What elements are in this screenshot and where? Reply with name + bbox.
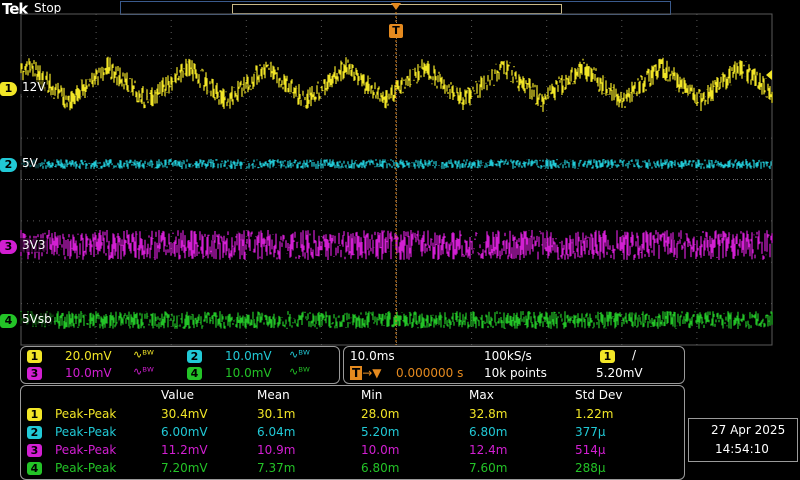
meas-row2-badge[interactable]: 2 [27,426,42,439]
meas-row1-mean: 30.1m [257,407,296,421]
meas-row2-mean: 6.04m [257,425,296,439]
meas-row4-std: 288µ [575,461,606,475]
date-text: 27 Apr 2025 [711,423,786,437]
meas-row3-max: 12.4m [469,443,508,457]
ch2-scale[interactable]: 10.0mV [225,349,272,363]
time-scale[interactable]: 10.0ms [350,349,395,363]
ch4-marker[interactable]: 4 [0,314,17,328]
meas-row2-min: 5.20m [361,425,400,439]
ch4-badge[interactable]: 4 [187,367,202,380]
meas-row4-value: 7.20mV [161,461,208,475]
ch4-label: 5Vsb [20,312,54,326]
trigger-marker[interactable]: T [389,24,403,38]
trigger-source-badge[interactable]: 1 [600,350,615,363]
ch2-marker[interactable]: 2 [0,158,17,172]
trigger-level-arrow[interactable] [766,70,772,80]
col-header-mean: Mean [257,388,290,402]
ch1-badge[interactable]: 1 [27,350,42,363]
meas-row3-std: 514µ [575,443,606,457]
meas-row3-mean: 10.9m [257,443,296,457]
horizontal-position[interactable]: 0.000000 s [396,366,463,380]
ch3-badge[interactable]: 3 [27,367,42,380]
ch1-marker[interactable]: 1 [0,82,17,96]
sample-rate: 100kS/s [484,349,532,363]
meas-row1-min: 28.0m [361,407,400,421]
time-text: 14:54:10 [715,442,769,456]
ch3-label: 3V3 [20,238,48,252]
ch3-marker[interactable]: 3 [0,240,17,254]
meas-row3-badge[interactable]: 3 [27,444,42,457]
horizontal-trigger-panel[interactable]: 10.0ms 100kS/s T →▼ 0.000000 s 10k points… [343,346,685,384]
meas-row1-name[interactable]: Peak-Peak [55,407,116,421]
meas-row3-value: 11.2mV [161,443,208,457]
meas-row2-std: 377µ [575,425,606,439]
trigger-slope-icon[interactable]: / [632,348,636,362]
ch2-badge[interactable]: 2 [187,350,202,363]
meas-row4-mean: 7.37m [257,461,296,475]
datetime-box[interactable]: 27 Apr 2025 14:54:10 [688,418,798,462]
meas-row1-value: 30.4mV [161,407,208,421]
ch1-label: 12V [20,80,48,94]
col-header-max: Max [469,388,494,402]
col-header-std-dev: Std Dev [575,388,623,402]
meas-row4-badge[interactable]: 4 [27,462,42,475]
trigger-level[interactable]: 5.20mV [596,366,643,380]
ch3-scale[interactable]: 10.0mV [65,366,112,380]
ch1-scale[interactable]: 20.0mV [65,349,112,363]
ch4-scale[interactable]: 10.0mV [225,366,272,380]
meas-row4-name[interactable]: Peak-Peak [55,461,116,475]
ch3-bandwidth-icon: ∿ᴮᵂ [133,365,154,378]
meas-row1-max: 32.8m [469,407,508,421]
meas-row3-name[interactable]: Peak-Peak [55,443,116,457]
horizontal-position-icon: T →▼ [350,366,382,380]
vertical-settings-panel[interactable]: 1 20.0mV ∿ᴮᵂ 2 10.0mV ∿ᴮᵂ 3 10.0mV ∿ᴮᵂ 4… [20,346,340,384]
meas-row1-std: 1.22m [575,407,614,421]
meas-row1-badge[interactable]: 1 [27,408,42,421]
record-length: 10k points [484,366,547,380]
measurements-panel[interactable]: Value Mean Min Max Std Dev 1 Peak-Peak 3… [20,385,685,480]
trigger-position-arrow[interactable] [391,3,401,10]
meas-row2-name[interactable]: Peak-Peak [55,425,116,439]
meas-row2-max: 6.80m [469,425,508,439]
ch2-bandwidth-icon: ∿ᴮᵂ [289,348,310,361]
ch2-label: 5V [20,156,40,170]
meas-row3-min: 10.0m [361,443,400,457]
meas-row4-min: 6.80m [361,461,400,475]
col-header-min: Min [361,388,383,402]
ch1-bandwidth-icon: ∿ᴮᵂ [133,348,154,361]
meas-row2-value: 6.00mV [161,425,208,439]
meas-row4-max: 7.60m [469,461,508,475]
ch4-bandwidth-icon: ∿ᴮᵂ [289,365,310,378]
col-header-value: Value [161,388,194,402]
